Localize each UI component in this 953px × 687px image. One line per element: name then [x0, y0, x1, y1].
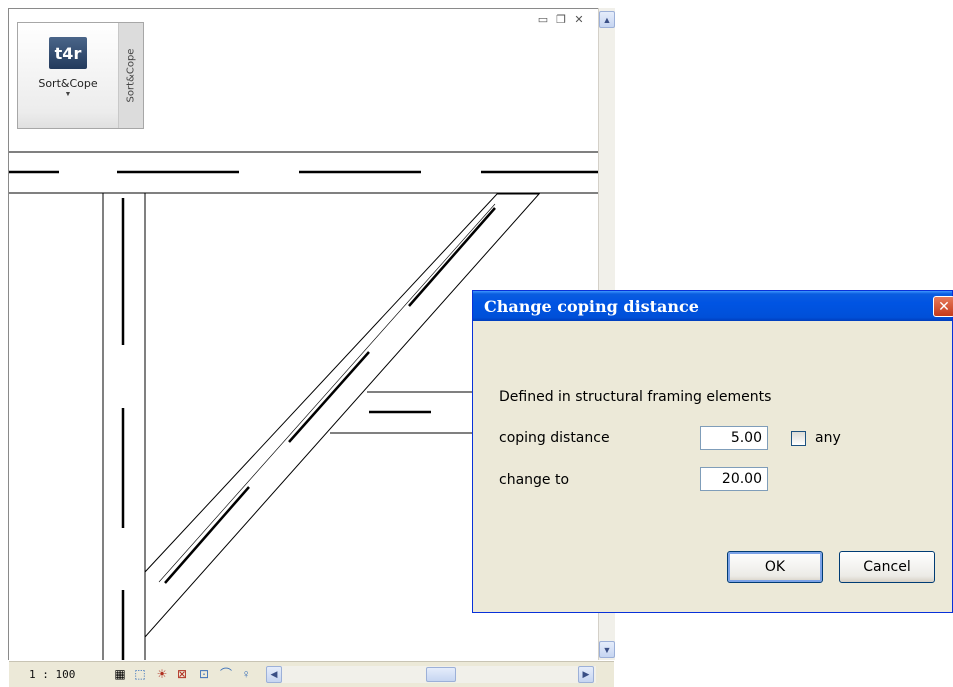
change-to-field[interactable] [700, 467, 768, 491]
view-control-bar: 1 : 100 ▦ ⬚ ☀ ⊠ ⊡ ⌒ ♀ ◀ ▶ [9, 661, 614, 687]
minimize-icon[interactable]: ▭ [536, 12, 550, 26]
crop-view-icon[interactable]: ⊡ [197, 667, 211, 681]
ribbon-panel-title: Sort&Cope [118, 23, 143, 128]
coping-distance-field[interactable] [700, 426, 768, 450]
any-checkbox[interactable] [791, 431, 806, 446]
restore-icon[interactable]: ❐ [554, 12, 568, 26]
scroll-right-icon[interactable]: ▶ [578, 666, 594, 683]
change-to-label: change to [499, 472, 570, 488]
diagonal-brace-centerline [288, 351, 370, 443]
dialog-close-button[interactable]: ✕ [933, 296, 953, 317]
coping-distance-label: coping distance [499, 430, 610, 446]
horizontal-scrollbar[interactable]: ◀ ▶ [266, 666, 596, 683]
ribbon-panel-title-label: Sort&Cope [125, 48, 137, 103]
detail-level-icon[interactable]: ▦ [113, 667, 127, 681]
temporary-hide-icon[interactable]: ♀ [239, 667, 253, 681]
ribbon-panel-sort-cope: t4r Sort&Cope ▼ Sort&Cope [17, 22, 144, 129]
change-coping-distance-dialog: Change coping distance ✕ Defined in stru… [472, 290, 953, 613]
dropdown-arrow-icon[interactable]: ▼ [65, 91, 72, 98]
diagonal-brace-inner-edge [158, 203, 496, 583]
view-scale[interactable]: 1 : 100 [29, 668, 75, 681]
view-window-controls: ▭ ❐ ✕ [536, 10, 586, 28]
sun-path-icon[interactable]: ☀ [155, 667, 169, 681]
any-label: any [815, 430, 841, 446]
sort-cope-button-label: Sort&Cope [38, 77, 98, 90]
view-frame-top [8, 8, 598, 9]
horizontal-scroll-thumb[interactable] [426, 667, 456, 682]
dialog-description: Defined in structural framing elements [499, 389, 772, 405]
dialog-body: Defined in structural framing elements c… [473, 321, 952, 612]
diagonal-brace-centerline [164, 486, 250, 584]
dialog-title: Change coping distance [484, 297, 699, 316]
scroll-up-icon[interactable]: ▲ [599, 11, 615, 28]
dialog-title-bar[interactable]: Change coping distance ✕ [473, 291, 953, 321]
scroll-down-icon[interactable]: ▼ [599, 641, 615, 658]
sort-cope-button[interactable]: t4r Sort&Cope ▼ [24, 33, 112, 117]
hide-crop-icon[interactable]: ⌒ [219, 667, 233, 681]
cancel-button[interactable]: Cancel [839, 551, 935, 583]
shadows-icon[interactable]: ⊠ [175, 667, 189, 681]
scroll-left-icon[interactable]: ◀ [266, 666, 282, 683]
ok-button[interactable]: OK [727, 551, 823, 583]
visual-style-icon[interactable]: ⬚ [133, 667, 147, 681]
t4r-logo-icon: t4r [49, 37, 87, 69]
close-icon[interactable]: ✕ [572, 12, 586, 26]
